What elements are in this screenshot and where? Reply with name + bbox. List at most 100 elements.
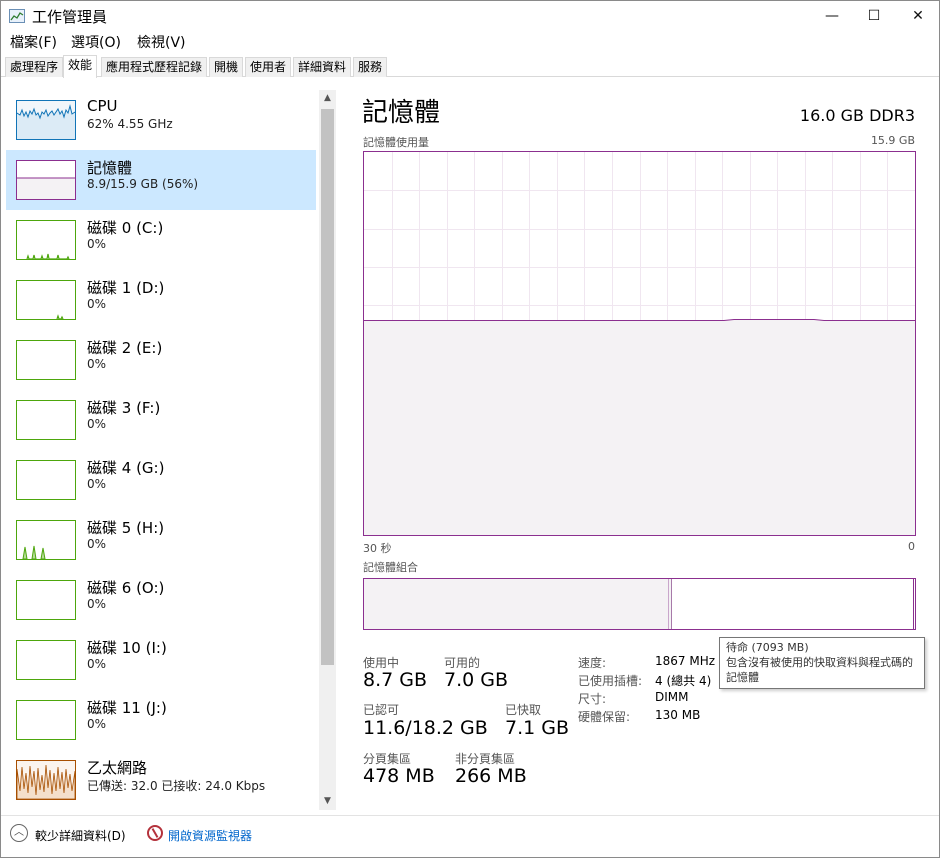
tab-bar: 處理程序 效能 應用程式歷程記錄 開機 使用者 詳細資料 服務 xyxy=(1,55,939,78)
sidebar-item-title: 乙太網路 xyxy=(87,759,148,777)
sidebar-item-title: 磁碟 1 (D:) xyxy=(87,279,165,297)
sidebar-item-subtitle: 62% 4.55 GHz xyxy=(87,117,173,131)
hardware-reserved-value: 130 MB xyxy=(655,708,701,722)
ethernet-thumbnail xyxy=(16,760,76,800)
composition-in-use xyxy=(364,579,669,629)
slots-label: 已使用插槽: xyxy=(578,674,643,688)
disk-thumbnail xyxy=(16,640,76,680)
sidebar-item-subtitle: 0% xyxy=(87,357,107,371)
speed-label: 速度: xyxy=(578,656,607,670)
memory-usage-graph xyxy=(363,151,916,536)
paged-pool-value: 478 MB xyxy=(363,765,435,787)
cached-value: 7.1 GB xyxy=(505,717,570,739)
sidebar-item-title: 磁碟 5 (H:) xyxy=(87,519,165,537)
scroll-down-arrow-icon[interactable]: ▼ xyxy=(319,793,336,810)
tab-startup[interactable]: 開機 xyxy=(209,57,244,77)
title-bar: 工作管理員 — ☐ ✕ xyxy=(1,1,939,31)
disk-thumbnail xyxy=(16,220,76,260)
page-title: 記憶體 xyxy=(362,98,441,128)
form-factor-label: 尺寸: xyxy=(578,692,607,706)
usage-graph-label: 記憶體使用量 xyxy=(363,136,429,149)
maximize-button[interactable]: ☐ xyxy=(851,1,897,31)
disk-thumbnail xyxy=(16,520,76,560)
nonpaged-pool-value: 266 MB xyxy=(455,765,527,787)
composition-modified xyxy=(669,579,672,629)
menu-bar: 檔案(F) 選項(O) 檢視(V) xyxy=(1,31,939,53)
sidebar-item-subtitle: 0% xyxy=(87,417,107,431)
sidebar-item-title: 磁碟 4 (G:) xyxy=(87,459,165,477)
tab-details[interactable]: 詳細資料 xyxy=(293,57,352,77)
close-button[interactable]: ✕ xyxy=(895,1,939,31)
tooltip-body: 包含沒有被使用的快取資料與程式碼的記憶體 xyxy=(726,656,913,684)
cpu-thumbnail xyxy=(16,100,76,140)
composition-free xyxy=(913,579,915,629)
memory-details-panel: 記憶體 16.0 GB DDR3 記憶體使用量 15.9 GB 30 秒 0 記… xyxy=(339,78,939,814)
sidebar-item-title: 磁碟 6 (O:) xyxy=(87,579,165,597)
scroll-up-arrow-icon[interactable]: ▲ xyxy=(319,90,336,107)
sidebar-item-disk-2[interactable]: 磁碟 2 (E:) 0% xyxy=(6,330,316,390)
tooltip-title: 待命 (7093 MB) xyxy=(726,641,809,654)
disk-thumbnail xyxy=(16,280,76,320)
sidebar-item-subtitle: 0% xyxy=(87,597,107,611)
disk-thumbnail xyxy=(16,700,76,740)
sidebar-item-cpu[interactable]: CPU 62% 4.55 GHz xyxy=(6,90,316,150)
tab-app-history[interactable]: 應用程式歷程記錄 xyxy=(101,57,208,77)
sidebar-item-disk-0[interactable]: 磁碟 0 (C:) 0% xyxy=(6,210,316,270)
sidebar-item-disk-11[interactable]: 磁碟 11 (J:) 0% xyxy=(6,690,316,750)
menu-view[interactable]: 檢視(V) xyxy=(135,32,188,52)
open-resource-monitor-link[interactable]: 開啟資源監視器 xyxy=(168,827,252,844)
sidebar-item-disk-4[interactable]: 磁碟 4 (G:) 0% xyxy=(6,450,316,510)
sidebar-item-title: 磁碟 3 (F:) xyxy=(87,399,161,417)
sidebar-item-title: 磁碟 0 (C:) xyxy=(87,219,164,237)
memory-thumbnail xyxy=(16,160,76,200)
graph-time-left: 30 秒 xyxy=(363,542,392,555)
committed-value: 11.6/18.2 GB xyxy=(363,717,488,739)
slots-value: 4 (總共 4) xyxy=(655,674,712,688)
disk-thumbnail xyxy=(16,580,76,620)
sidebar-item-subtitle: 8.9/15.9 GB (56%) xyxy=(87,177,199,191)
sidebar-item-disk-1[interactable]: 磁碟 1 (D:) 0% xyxy=(6,270,316,330)
cached-label: 已快取 xyxy=(505,703,542,717)
resource-list: CPU 62% 4.55 GHz 記憶體 8.9/15.9 GB (56%) 磁… xyxy=(1,78,339,814)
sidebar-item-memory[interactable]: 記憶體 8.9/15.9 GB (56%) xyxy=(6,150,316,210)
scrollbar-thumb[interactable] xyxy=(321,109,334,665)
standby-tooltip: 待命 (7093 MB) 包含沒有被使用的快取資料與程式碼的記憶體 xyxy=(719,637,925,689)
menu-file[interactable]: 檔案(F) xyxy=(8,32,59,52)
tab-services[interactable]: 服務 xyxy=(353,57,388,77)
sidebar-item-title: CPU xyxy=(87,97,118,115)
sidebar-item-disk-5[interactable]: 磁碟 5 (H:) 0% xyxy=(6,510,316,570)
tab-users[interactable]: 使用者 xyxy=(245,57,292,77)
usage-graph-max: 15.9 GB xyxy=(870,134,915,147)
disk-thumbnail xyxy=(16,340,76,380)
task-manager-window: 工作管理員 — ☐ ✕ 檔案(F) 選項(O) 檢視(V) 處理程序 效能 應用… xyxy=(0,0,940,858)
fewer-details-button[interactable]: 較少詳細資料(D) xyxy=(35,827,126,844)
hardware-reserved-label: 硬體保留: xyxy=(578,710,631,724)
resource-monitor-icon[interactable] xyxy=(147,825,163,841)
sidebar-item-ethernet[interactable]: 乙太網路 已傳送: 32.0 已接收: 24.0 Kbps xyxy=(6,750,316,810)
composition-label: 記憶體組合 xyxy=(363,561,418,574)
memory-spec: 16.0 GB DDR3 xyxy=(799,106,915,125)
speed-value: 1867 MHz xyxy=(655,654,716,668)
footer-bar: ︿ 較少詳細資料(D) 開啟資源監視器 xyxy=(1,815,939,857)
minimize-button[interactable]: — xyxy=(809,1,855,31)
task-manager-icon xyxy=(9,9,25,23)
window-title: 工作管理員 xyxy=(32,8,108,26)
sidebar-item-subtitle: 0% xyxy=(87,297,107,311)
sidebar-item-subtitle: 0% xyxy=(87,657,107,671)
sidebar-item-disk-6[interactable]: 磁碟 6 (O:) 0% xyxy=(6,570,316,630)
chevron-up-icon[interactable]: ︿ xyxy=(10,824,28,842)
form-factor-value: DIMM xyxy=(655,690,689,704)
sidebar-item-title: 磁碟 11 (J:) xyxy=(87,699,167,717)
tab-processes[interactable]: 處理程序 xyxy=(5,57,64,77)
sidebar-item-title: 磁碟 10 (I:) xyxy=(87,639,167,657)
menu-options[interactable]: 選項(O) xyxy=(69,32,123,52)
tab-performance[interactable]: 效能 xyxy=(63,55,98,78)
sidebar-item-subtitle: 0% xyxy=(87,717,107,731)
sidebar-item-title: 記憶體 xyxy=(87,159,133,177)
sidebar-item-disk-3[interactable]: 磁碟 3 (F:) 0% xyxy=(6,390,316,450)
sidebar-item-disk-10[interactable]: 磁碟 10 (I:) 0% xyxy=(6,630,316,690)
sidebar-item-subtitle: 已傳送: 32.0 已接收: 24.0 Kbps xyxy=(87,779,266,793)
available-value: 7.0 GB xyxy=(444,669,509,691)
sidebar-scrollbar[interactable]: ▲ ▼ xyxy=(319,90,336,810)
committed-label: 已認可 xyxy=(363,703,400,717)
